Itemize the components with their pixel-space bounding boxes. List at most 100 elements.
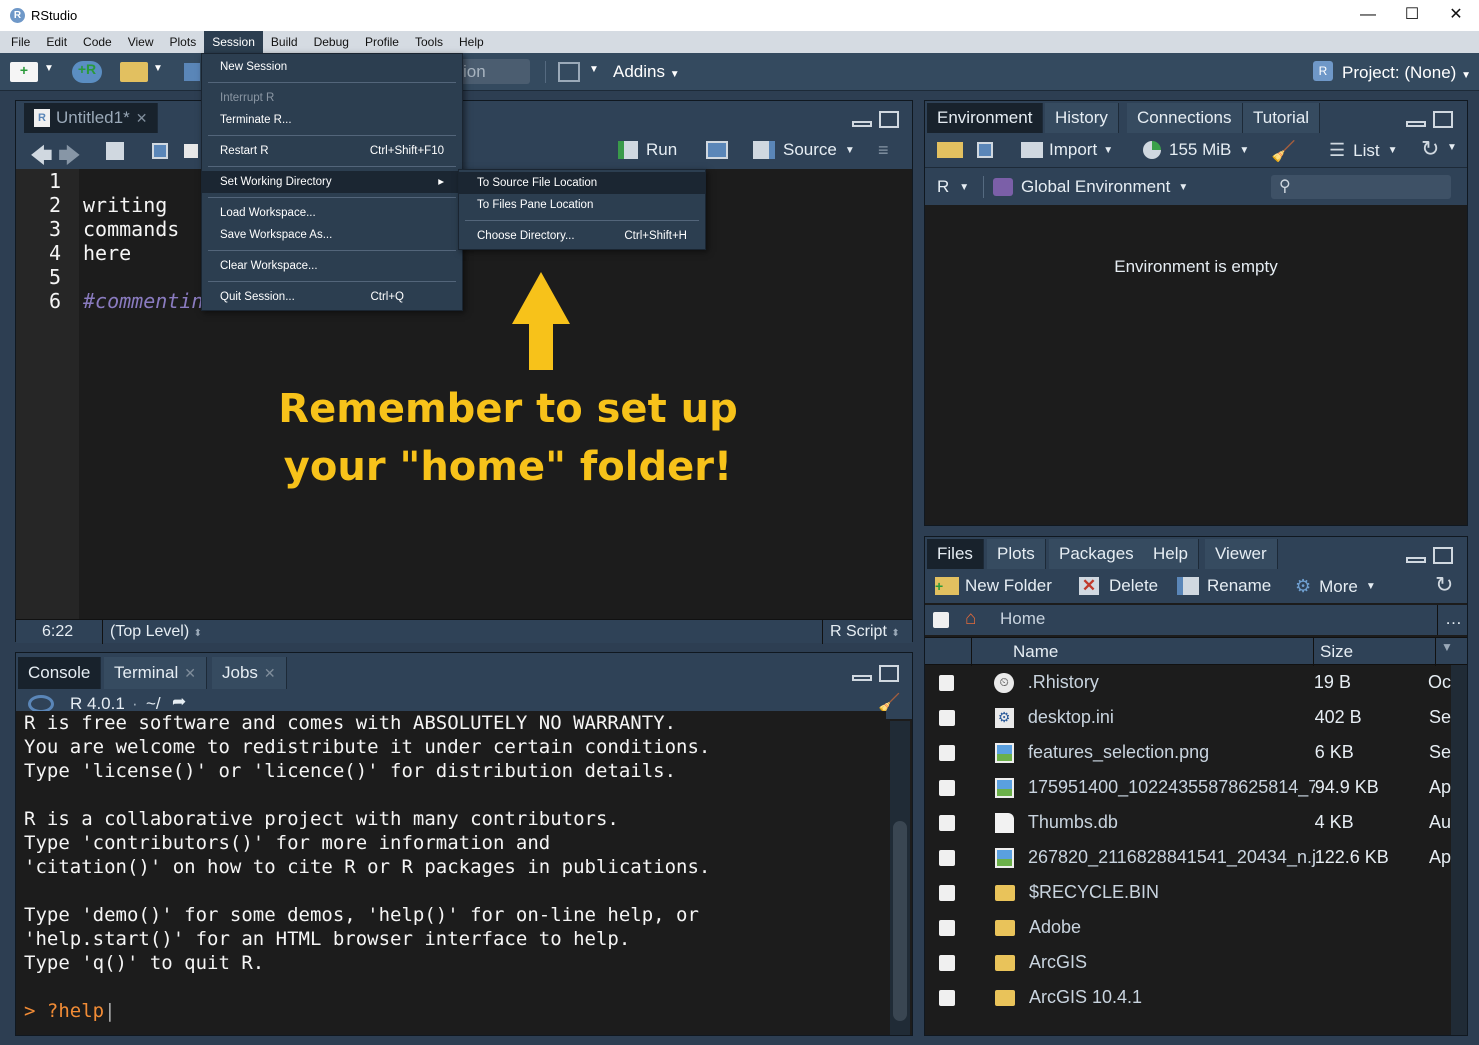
file-row[interactable]: 175951400_10224355878625814_7... 94.9 KB… <box>925 770 1451 805</box>
file-name[interactable]: 267820_2116828841541_20434_n.jpg <box>1028 847 1315 868</box>
save-workspace-icon[interactable] <box>977 142 993 158</box>
import-dataset-button[interactable]: Import ▼ <box>1021 140 1113 160</box>
menu-item-choose-directory[interactable]: Choose Directory... Ctrl+Shift+H <box>459 225 705 247</box>
tab-history[interactable]: History <box>1045 103 1119 133</box>
sort-dropdown-icon[interactable]: ▼ <box>1441 640 1453 654</box>
file-checkbox[interactable] <box>939 814 955 831</box>
outline-icon[interactable]: ≡ <box>878 140 889 161</box>
console-scrollbar[interactable] <box>890 721 910 1035</box>
maximize-pane-icon[interactable] <box>879 111 899 128</box>
delete-button[interactable]: ✕ Delete <box>1079 576 1158 596</box>
close-tab-icon[interactable]: ✕ <box>184 657 196 689</box>
menu-tools[interactable]: Tools <box>407 31 451 53</box>
file-name[interactable]: ArcGIS 10.4.1 <box>1029 987 1325 1008</box>
file-row[interactable]: ArcGIS <box>925 945 1451 980</box>
file-type-selector[interactable]: R Script ⬍ <box>830 623 900 641</box>
tab-viewer[interactable]: Viewer <box>1205 539 1278 569</box>
pane-layout-icon[interactable] <box>558 62 580 82</box>
file-row[interactable]: Adobe <box>925 910 1451 945</box>
run-button[interactable]: Run <box>618 140 677 160</box>
go-to-directory-button[interactable]: … <box>1445 609 1462 629</box>
refresh-files-icon[interactable]: ↻ <box>1435 572 1453 598</box>
load-workspace-icon[interactable] <box>937 142 963 158</box>
file-checkbox[interactable] <box>939 779 955 796</box>
file-row[interactable]: ⚙ desktop.ini 402 B Se <box>925 700 1451 735</box>
menu-item-to-files-pane-location[interactable]: To Files Pane Location <box>459 194 705 216</box>
menu-item-set-working-directory[interactable]: Set Working Directory ▸ <box>202 171 462 193</box>
menu-item-clear-workspace[interactable]: Clear Workspace... <box>202 255 462 277</box>
open-dropdown-icon[interactable]: ▼ <box>153 63 163 74</box>
menu-plots[interactable]: Plots <box>162 31 205 53</box>
show-in-window-icon[interactable] <box>106 142 124 160</box>
new-file-dropdown-icon[interactable]: ▼ <box>44 63 54 74</box>
close-tab-icon[interactable]: ✕ <box>136 102 148 134</box>
new-folder-button[interactable]: + New Folder <box>935 576 1052 596</box>
maximize-button[interactable]: ☐ <box>1390 4 1434 26</box>
file-row[interactable]: $RECYCLE.BIN <box>925 875 1451 910</box>
view-mode-button[interactable]: ☰ List ▼ <box>1329 140 1398 161</box>
more-button[interactable]: ⚙ More ▼ <box>1295 576 1376 597</box>
console-input[interactable]: ?help <box>47 1000 104 1022</box>
tab-untitled1[interactable]: R Untitled1* ✕ <box>24 102 159 134</box>
file-checkbox[interactable] <box>939 849 955 866</box>
file-name[interactable]: desktop.ini <box>1028 707 1315 728</box>
file-row[interactable]: features_selection.png 6 KB Se <box>925 735 1451 770</box>
new-project-icon[interactable]: +R <box>72 61 102 83</box>
menu-profile[interactable]: Profile <box>357 31 407 53</box>
file-row[interactable]: Thumbs.db 4 KB Au <box>925 805 1451 840</box>
file-name[interactable]: 175951400_10224355878625814_7... <box>1028 777 1315 798</box>
environment-scope-selector[interactable]: Global Environment ▼ <box>993 177 1188 197</box>
tab-jobs[interactable]: Jobs ✕ <box>212 657 287 689</box>
save-file-icon[interactable] <box>152 143 168 159</box>
scope-selector[interactable]: (Top Level) ⬍ <box>110 623 202 641</box>
source-on-save-checkbox[interactable] <box>184 144 198 158</box>
minimize-pane-icon[interactable] <box>852 121 872 127</box>
rerun-icon[interactable] <box>706 141 728 159</box>
tab-plots[interactable]: Plots <box>987 539 1046 569</box>
menu-view[interactable]: View <box>120 31 162 53</box>
file-checkbox[interactable] <box>939 954 955 971</box>
minimize-pane-icon[interactable] <box>852 675 872 681</box>
menu-build[interactable]: Build <box>263 31 306 53</box>
save-icon[interactable] <box>184 63 200 81</box>
home-icon[interactable]: ⌂ <box>965 608 976 630</box>
source-dropdown-icon[interactable]: ▼ <box>845 145 855 156</box>
menu-code[interactable]: Code <box>75 31 120 53</box>
files-scrollbar[interactable] <box>1451 665 1467 1035</box>
column-size[interactable]: Size <box>1320 642 1353 662</box>
close-tab-icon[interactable]: ✕ <box>264 657 276 689</box>
maximize-pane-icon[interactable] <box>1433 111 1453 128</box>
layout-dropdown-icon[interactable]: ▼ <box>589 64 599 75</box>
menu-item-restart-r[interactable]: Restart R Ctrl+Shift+F10 <box>202 140 462 162</box>
menu-help[interactable]: Help <box>451 31 492 53</box>
maximize-pane-icon[interactable] <box>1433 547 1453 564</box>
tab-console[interactable]: Console <box>18 657 102 689</box>
column-name[interactable]: Name <box>1013 642 1058 662</box>
minimize-button[interactable]: — <box>1346 4 1390 26</box>
broom-icon[interactable]: 🧹 <box>1271 139 1296 164</box>
console-output[interactable]: R is free software and comes with ABSOLU… <box>16 711 886 1035</box>
menu-file[interactable]: File <box>3 31 38 53</box>
file-checkbox[interactable] <box>939 989 955 1006</box>
tab-tutorial[interactable]: Tutorial <box>1243 103 1321 133</box>
file-checkbox[interactable] <box>939 884 955 901</box>
environment-search-input[interactable]: ⚲ <box>1271 175 1451 199</box>
tab-terminal[interactable]: Terminal ✕ <box>104 657 207 689</box>
file-name[interactable]: ArcGIS <box>1029 952 1325 973</box>
file-row[interactable]: 267820_2116828841541_20434_n.jpg 122.6 K… <box>925 840 1451 875</box>
tab-packages[interactable]: Packages <box>1049 539 1145 569</box>
close-button[interactable]: ✕ <box>1434 4 1478 26</box>
tab-help[interactable]: Help <box>1143 539 1199 569</box>
menu-item-load-workspace[interactable]: Load Workspace... <box>202 202 462 224</box>
tab-environment[interactable]: Environment <box>927 103 1044 133</box>
refresh-dropdown-icon[interactable]: ▼ <box>1447 142 1457 153</box>
file-name[interactable]: features_selection.png <box>1028 742 1315 763</box>
source-button[interactable]: Source ▼ <box>753 140 855 160</box>
tab-files[interactable]: Files <box>927 539 984 569</box>
addins-menu[interactable]: Addins ▼ <box>613 62 680 82</box>
go-to-directory-icon[interactable]: ➦ <box>172 692 186 712</box>
memory-usage-button[interactable]: 155 MiB ▼ <box>1143 140 1249 160</box>
tab-connections[interactable]: Connections <box>1127 103 1243 133</box>
file-name[interactable]: Thumbs.db <box>1028 812 1315 833</box>
file-checkbox[interactable] <box>939 744 955 761</box>
